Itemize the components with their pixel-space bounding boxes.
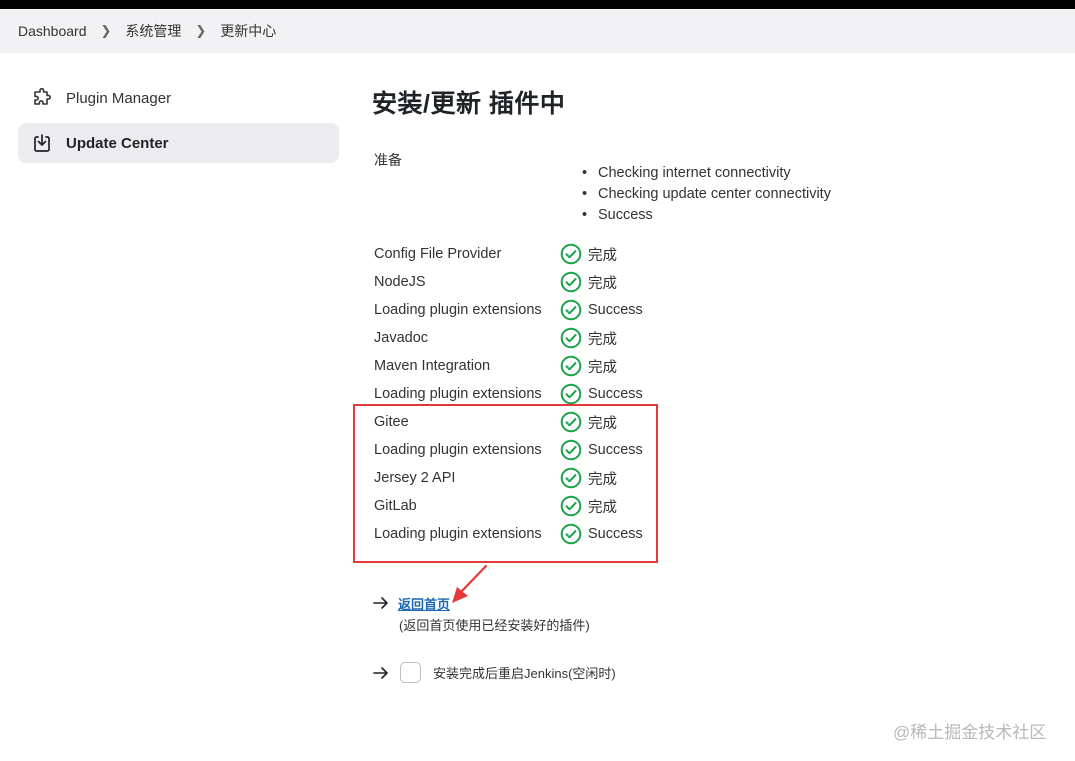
chevron-right-icon: ❯ <box>100 23 112 38</box>
sidebar: Plugin Manager Update Center <box>18 78 339 168</box>
plugin-status-text: Success <box>588 386 643 402</box>
plugin-status: Success <box>560 383 643 405</box>
sidebar-item-update-center[interactable]: Update Center <box>18 123 339 163</box>
plugin-status-text: Success <box>588 302 643 318</box>
plugin-status: 完成 <box>560 271 617 293</box>
plugin-status: Success <box>560 299 643 321</box>
prepare-step: Checking update center connectivity <box>584 184 831 205</box>
watermark: @稀土掘金技术社区 <box>893 723 1047 742</box>
plugin-name: Config File Provider <box>374 246 502 262</box>
puzzle-icon <box>32 88 52 108</box>
plugin-status-text: 完成 <box>588 275 617 292</box>
sidebar-item-label: Update Center <box>66 134 169 152</box>
plugin-status: 完成 <box>560 243 617 265</box>
plugin-status-text: 完成 <box>588 331 617 348</box>
restart-checkbox-label: 安装完成后重启Jenkins(空闲时) <box>433 666 616 681</box>
main-content: 安装/更新 插件中 准备 Checking internet connectiv… <box>372 84 1052 545</box>
restart-option-row: 安装完成后重启Jenkins(空闲时) <box>372 662 616 683</box>
top-bar <box>0 0 1075 9</box>
check-circle-icon <box>560 299 582 321</box>
plugin-name: Maven Integration <box>374 358 491 374</box>
sidebar-item-plugin-manager[interactable]: Plugin Manager <box>18 78 339 118</box>
check-circle-icon <box>560 383 582 405</box>
plugin-status: 完成 <box>560 327 617 349</box>
check-circle-icon <box>560 327 582 349</box>
breadcrumb-system-management[interactable]: 系统管理 <box>125 21 181 41</box>
annotation-arrow-icon <box>452 564 488 603</box>
chevron-right-icon: ❯ <box>195 23 207 38</box>
check-circle-icon <box>560 355 582 377</box>
download-icon <box>32 133 52 153</box>
prepare-steps-list: Checking internet connectivity Checking … <box>584 163 831 226</box>
page-title: 安装/更新 插件中 <box>372 90 566 118</box>
plugin-status-text: 完成 <box>588 359 617 376</box>
home-link-description: (返回首页使用已经安装好的插件) <box>399 618 590 633</box>
plugin-name: Javadoc <box>374 330 429 346</box>
sidebar-item-label: Plugin Manager <box>66 89 172 107</box>
plugin-status: 完成 <box>560 355 617 377</box>
check-circle-icon <box>560 243 582 265</box>
restart-checkbox[interactable] <box>400 662 421 683</box>
prepare-step: Success <box>584 205 831 226</box>
plugin-name: Loading plugin extensions <box>374 386 542 402</box>
arrow-right-icon <box>373 597 388 609</box>
plugin-status-row: Javadoc 完成 <box>374 324 643 352</box>
plugin-status-row: Maven Integration 完成 <box>374 352 643 380</box>
return-home-link[interactable]: 返回首页 <box>398 594 450 613</box>
plugin-status-row: NodeJS 完成 <box>374 268 643 296</box>
highlight-annotation-box <box>353 404 658 563</box>
home-link-row: 返回首页 <box>372 594 450 613</box>
breadcrumb-update-center[interactable]: 更新中心 <box>220 21 276 41</box>
plugin-status-text: 完成 <box>588 247 617 264</box>
plugin-status-row: Config File Provider 完成 <box>374 240 643 268</box>
arrow-right-icon <box>373 666 388 679</box>
check-circle-icon <box>560 271 582 293</box>
plugin-name: Loading plugin extensions <box>374 302 542 318</box>
plugin-status-row: Loading plugin extensions Success <box>374 296 643 324</box>
prepare-label: 准备 <box>374 152 402 168</box>
breadcrumb: Dashboard ❯ 系统管理 ❯ 更新中心 <box>0 9 1075 53</box>
breadcrumb-dashboard[interactable]: Dashboard <box>18 23 87 39</box>
plugin-name: NodeJS <box>374 274 426 290</box>
prepare-step: Checking internet connectivity <box>584 163 831 184</box>
